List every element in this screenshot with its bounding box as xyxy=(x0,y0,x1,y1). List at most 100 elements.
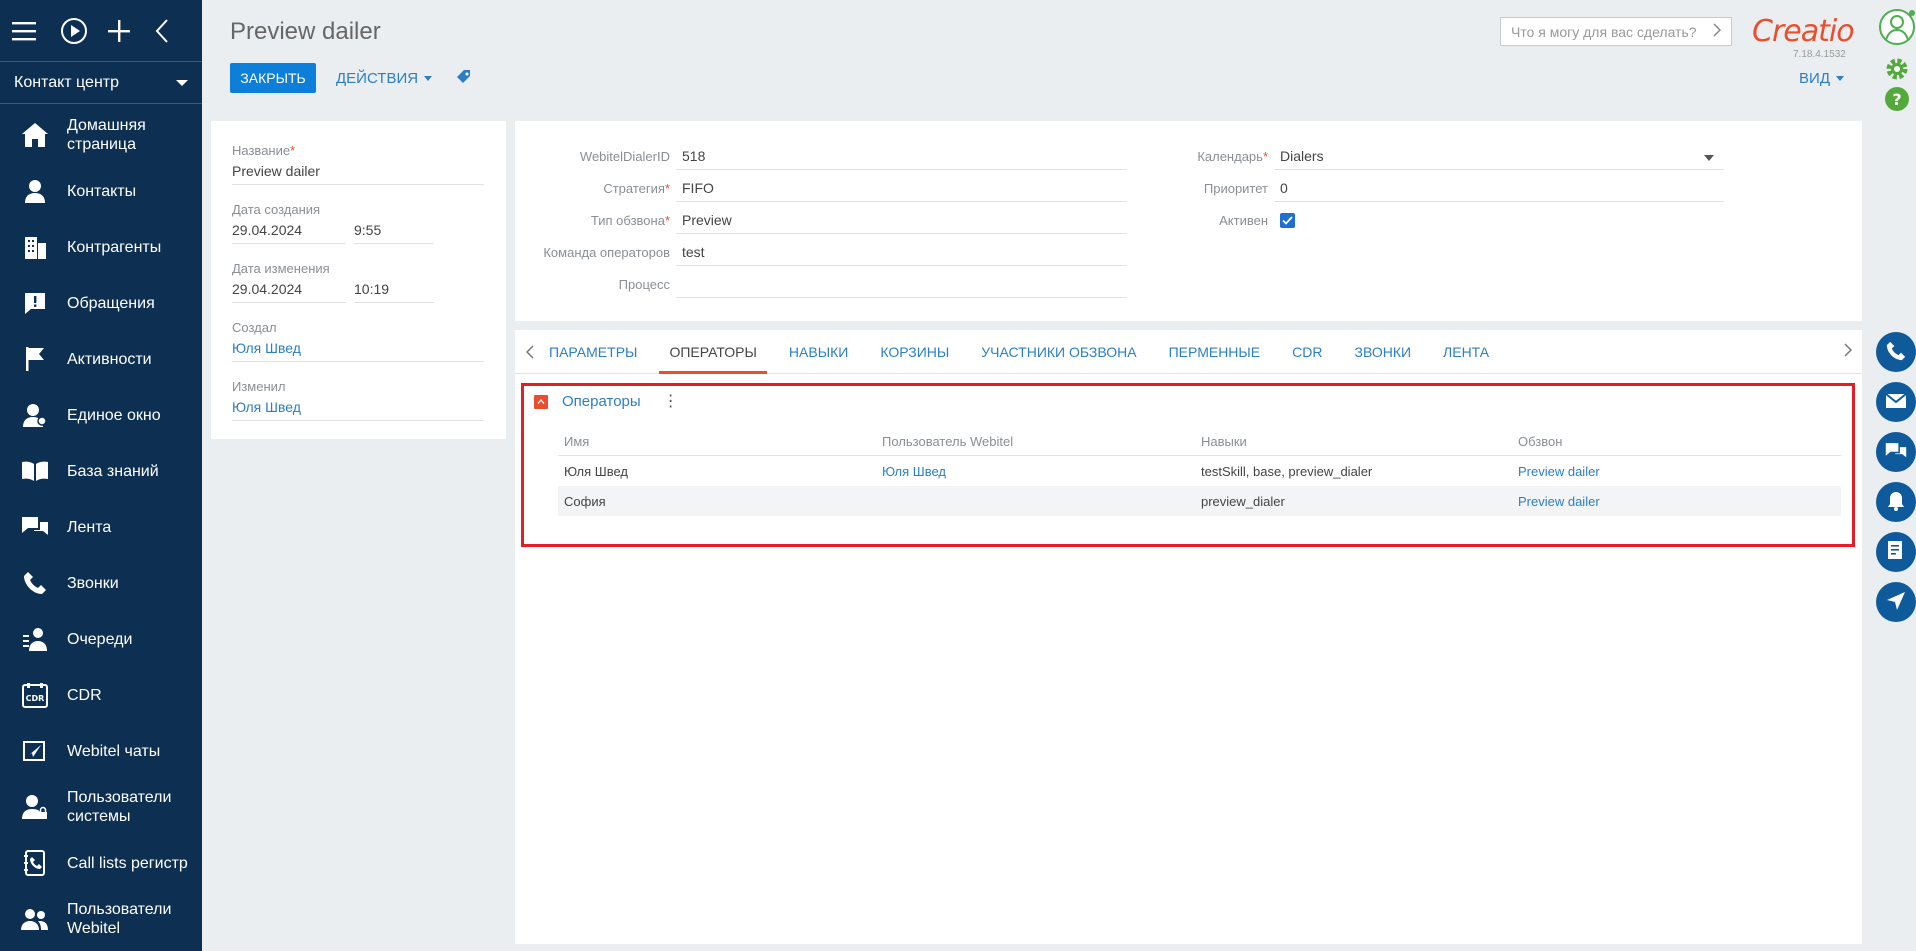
created-time-field[interactable]: 9:55 xyxy=(354,222,434,244)
tab-operators[interactable]: ОПЕРАТОРЫ xyxy=(653,330,772,374)
priority-row: Приоритет 0 xyxy=(1115,173,1724,203)
tab-cdr[interactable]: CDR xyxy=(1276,330,1338,374)
dialer-id-row: WebitelDialerID 518 xyxy=(515,141,1127,171)
actions-button[interactable]: ДЕЙСТВИЯ xyxy=(336,63,433,93)
tab-feed[interactable]: ЛЕНТА xyxy=(1427,330,1505,374)
grid-header: Имя Пользователь Webitel Навыки Обзвон xyxy=(558,428,1841,456)
tab-variables[interactable]: ПЕРМЕННЫЕ xyxy=(1153,330,1277,374)
team-field[interactable]: test xyxy=(676,239,1127,266)
menu-icon[interactable] xyxy=(12,11,60,51)
sidebar-item-label: Домашняя страница xyxy=(67,117,146,153)
sidebar-item-home[interactable]: Домашняя страница xyxy=(0,107,202,163)
sidebar-item-cdr[interactable]: CDR CDR xyxy=(0,667,202,723)
user-lock-icon xyxy=(20,792,50,822)
column-header-name[interactable]: Имя xyxy=(558,434,876,449)
sidebar-item-activities[interactable]: Активности xyxy=(0,331,202,387)
send-icon xyxy=(1886,591,1906,614)
collapse-sidebar-icon[interactable] xyxy=(155,11,203,51)
document-icon xyxy=(1887,540,1905,565)
active-row: Активен xyxy=(1115,205,1295,235)
sidebar-item-system-users[interactable]: Пользователи системы xyxy=(0,779,202,835)
creator-link[interactable]: Юля Швед xyxy=(232,340,484,362)
operators-detail-title[interactable]: Операторы xyxy=(562,393,641,410)
rail-document-button[interactable] xyxy=(1876,532,1916,572)
sidebar-item-contacts[interactable]: Контакты xyxy=(0,163,202,219)
sidebar-item-knowledge-base[interactable]: База знаний xyxy=(0,443,202,499)
gear-icon[interactable] xyxy=(1884,56,1910,85)
sidebar-item-label: Пользователи системы xyxy=(67,789,172,825)
help-icon[interactable]: ? xyxy=(1884,86,1910,115)
calendar-row: Календарь* Dialers xyxy=(1115,141,1724,171)
rail-send-button[interactable] xyxy=(1876,582,1916,622)
tabs-scroll-left-icon[interactable] xyxy=(515,344,545,359)
tab-parameters[interactable]: ПАРАМЕТРЫ xyxy=(545,330,653,374)
cell-dialer-link[interactable]: Preview dailer xyxy=(1512,464,1841,479)
active-checkbox[interactable] xyxy=(1280,212,1295,228)
sidebar-item-label: Webitel чаты xyxy=(67,742,161,760)
operators-detail: Операторы ⋮ Имя Пользователь Webitel Нав… xyxy=(521,383,1855,547)
sidebar-item-feed[interactable]: Лента xyxy=(0,499,202,555)
chevron-down-icon xyxy=(176,79,188,86)
chevron-right-icon[interactable] xyxy=(1713,23,1722,40)
more-options-icon[interactable]: ⋮ xyxy=(663,393,679,410)
tab-calls[interactable]: ЗВОНКИ xyxy=(1339,330,1428,374)
calendar-select[interactable]: Dialers xyxy=(1274,143,1724,170)
strategy-field[interactable]: FIFO xyxy=(676,175,1127,202)
column-header-skills[interactable]: Навыки xyxy=(1195,434,1512,449)
view-button[interactable]: ВИД xyxy=(1799,63,1844,93)
home-icon xyxy=(20,120,50,150)
profile-icon[interactable] xyxy=(1878,8,1916,49)
sidebar-item-accounts[interactable]: Контрагенты xyxy=(0,219,202,275)
cell-webitel-user-link[interactable]: Юля Швед xyxy=(876,464,1195,479)
sidebar-item-call-lists[interactable]: Call lists регистр xyxy=(0,835,202,891)
tabs-scroll-right-icon[interactable] xyxy=(1844,343,1853,360)
column-header-dialer[interactable]: Обзвон xyxy=(1512,434,1841,449)
call-type-label: Тип обзвона* xyxy=(590,212,670,228)
rail-notifications-button[interactable] xyxy=(1876,482,1916,522)
name-field[interactable]: Preview dailer xyxy=(232,163,484,185)
cdr-icon: CDR xyxy=(20,680,50,710)
created-date-row: 29.04.2024 9:55 xyxy=(232,222,484,261)
tabs-panel: ПАРАМЕТРЫ ОПЕРАТОРЫ НАВЫКИ КОРЗИНЫ УЧАСТ… xyxy=(515,330,1862,944)
tab-participants[interactable]: УЧАСТНИКИ ОБЗВОНА xyxy=(965,330,1152,374)
sidebar-item-calls[interactable]: Звонки xyxy=(0,555,202,611)
users-icon xyxy=(20,904,50,934)
right-rail: ? xyxy=(1876,0,1916,951)
process-field[interactable] xyxy=(676,271,1127,298)
rail-phone-button[interactable] xyxy=(1876,332,1916,372)
table-row[interactable]: Юля Швед Юля Швед testSkill, base, previ… xyxy=(558,456,1841,486)
priority-field[interactable]: 0 xyxy=(1274,175,1724,202)
team-row: Команда операторов test xyxy=(515,237,1127,267)
sidebar-item-webitel-chats[interactable]: Webitel чаты xyxy=(0,723,202,779)
rail-email-button[interactable] xyxy=(1876,382,1916,422)
modified-time-field[interactable]: 10:19 xyxy=(354,281,434,303)
table-row[interactable]: София preview_dialer Preview dailer xyxy=(558,486,1841,516)
created-date-label: Дата создания xyxy=(232,202,321,217)
sidebar-item-single-window[interactable]: Единое окно xyxy=(0,387,202,443)
sidebar-item-cases[interactable]: Обращения xyxy=(0,275,202,331)
created-date-field[interactable]: 29.04.2024 xyxy=(232,222,346,244)
operators-grid: Имя Пользователь Webitel Навыки Обзвон Ю… xyxy=(558,428,1841,516)
sidebar-item-label: Единое окно xyxy=(67,406,161,424)
plus-icon[interactable] xyxy=(107,11,155,51)
modified-date-field[interactable]: 29.04.2024 xyxy=(232,281,346,303)
workplace-label: Контакт центр xyxy=(14,73,119,91)
sidebar-item-webitel-users[interactable]: Пользователи Webitel xyxy=(0,891,202,947)
sidebar-item-queues[interactable]: Очереди xyxy=(0,611,202,667)
command-line-input[interactable]: Что я могу для вас сделать? xyxy=(1500,17,1732,46)
tab-baskets[interactable]: КОРЗИНЫ xyxy=(864,330,965,374)
workplace-selector[interactable]: Контакт центр xyxy=(0,62,202,104)
chat-icon xyxy=(20,512,50,542)
call-type-field[interactable]: Preview xyxy=(676,207,1127,234)
tag-icon[interactable] xyxy=(456,69,472,88)
cell-dialer-link[interactable]: Preview dailer xyxy=(1512,494,1841,509)
view-label: ВИД xyxy=(1799,69,1830,87)
modifier-link[interactable]: Юля Швед xyxy=(232,399,484,421)
rail-chat-button[interactable] xyxy=(1876,432,1916,472)
close-button[interactable]: ЗАКРЫТЬ xyxy=(230,63,316,93)
column-header-webitel-user[interactable]: Пользователь Webitel xyxy=(876,434,1195,449)
tab-skills[interactable]: НАВЫКИ xyxy=(773,330,864,374)
dialer-id-field[interactable]: 518 xyxy=(676,143,1127,170)
collapse-detail-button[interactable] xyxy=(534,394,548,409)
play-icon[interactable] xyxy=(60,11,108,51)
